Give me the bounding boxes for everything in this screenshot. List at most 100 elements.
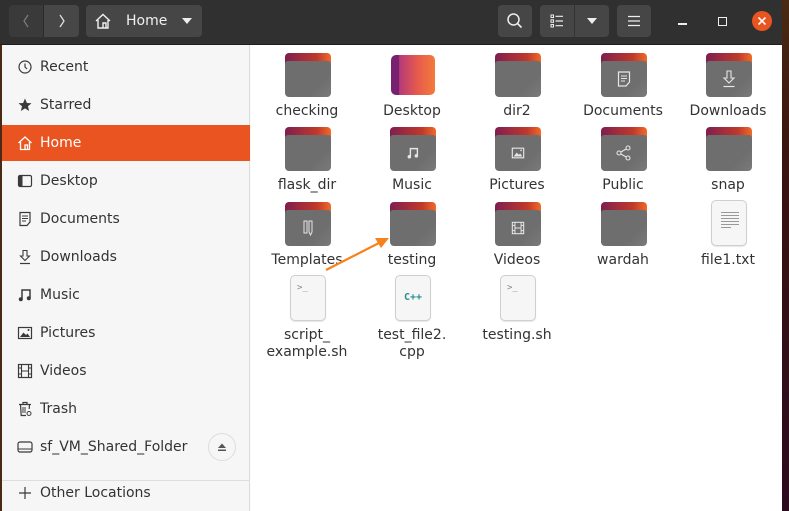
- template-icon: [303, 220, 313, 236]
- file-item-file1-txt[interactable]: file1.txt: [672, 200, 782, 269]
- script-file-icon: >_: [283, 275, 331, 323]
- drive-icon: [16, 438, 34, 456]
- folder-icon: [283, 125, 331, 173]
- file-item-dir2[interactable]: dir2: [461, 51, 573, 120]
- sidebar-item-starred[interactable]: Starred: [2, 87, 250, 123]
- sidebar-item-other-locations[interactable]: Other Locations: [2, 475, 250, 511]
- file-label: script_ example.sh: [267, 327, 348, 361]
- home-icon: [16, 134, 34, 152]
- templates-folder-icon: [283, 200, 331, 248]
- sidebar-item-label: Music: [40, 287, 80, 303]
- sidebar-item-desktop[interactable]: Desktop: [2, 163, 250, 199]
- path-dropdown-caret-icon: [182, 18, 192, 24]
- file-item-testing-sh[interactable]: >_ testing.sh: [461, 275, 573, 344]
- sidebar: Recent Starred Home Desktop Documents Do…: [0, 45, 250, 511]
- file-item-templates[interactable]: Templates: [251, 200, 363, 269]
- folder-icon: [493, 51, 541, 99]
- file-item-desktop[interactable]: Desktop: [356, 51, 468, 120]
- chevron-down-icon: [587, 18, 597, 24]
- minimize-button[interactable]: [672, 11, 692, 31]
- sidebar-item-home[interactable]: Home: [2, 125, 250, 161]
- sidebar-item-documents[interactable]: Documents: [2, 201, 250, 237]
- music-icon: [16, 286, 34, 304]
- sidebar-item-pictures[interactable]: Pictures: [2, 315, 250, 351]
- file-label-line: cpp: [399, 344, 425, 360]
- file-item-snap[interactable]: snap: [672, 125, 782, 194]
- star-icon: [16, 96, 34, 114]
- file-item-music[interactable]: Music: [356, 125, 468, 194]
- maximize-button[interactable]: [712, 11, 732, 31]
- file-item-test-file2-cpp[interactable]: C++ test_file2. cpp: [356, 275, 468, 361]
- file-item-pictures[interactable]: Pictures: [461, 125, 573, 194]
- sidebar-item-label: Desktop: [40, 173, 98, 189]
- view-dropdown-button[interactable]: [575, 5, 609, 37]
- forward-button[interactable]: [44, 5, 79, 37]
- clock-icon: [16, 58, 34, 76]
- sidebar-item-label: Home: [40, 135, 82, 151]
- file-manager-window: Home Recent Starred Home Desktop Documen…: [0, 0, 782, 511]
- chevron-left-icon: [23, 14, 29, 28]
- sidebar-item-downloads[interactable]: Downloads: [2, 239, 250, 275]
- public-folder-icon: [599, 125, 647, 173]
- music-icon: [407, 147, 419, 159]
- file-label: file1.txt: [701, 252, 755, 268]
- file-item-wardah[interactable]: wardah: [567, 200, 679, 269]
- file-label-line: script_: [283, 327, 330, 343]
- sidebar-item-trash[interactable]: Trash: [2, 391, 250, 427]
- file-label: testing: [387, 252, 437, 268]
- film-icon: [511, 221, 525, 235]
- sidebar-item-label: Videos: [40, 363, 87, 379]
- document-icon: [16, 210, 34, 228]
- eject-button[interactable]: [208, 433, 236, 461]
- film-icon: [16, 362, 34, 380]
- sidebar-item-label: Other Locations: [40, 485, 151, 501]
- folder-icon: [388, 200, 436, 248]
- back-button[interactable]: [9, 5, 44, 37]
- sidebar-item-shared-folder[interactable]: sf_VM_Shared_Folder: [2, 429, 250, 465]
- picture-icon: [16, 324, 34, 342]
- file-item-videos[interactable]: Videos: [461, 200, 573, 269]
- file-label: Documents: [583, 103, 663, 119]
- file-item-flask-dir[interactable]: flask_dir: [251, 125, 363, 194]
- music-folder-icon: [388, 125, 436, 173]
- file-label: Pictures: [489, 177, 545, 193]
- desktop-folder-icon: [388, 51, 436, 99]
- eject-icon: [218, 443, 226, 451]
- file-item-public[interactable]: Public: [567, 125, 679, 194]
- sidebar-item-label: Recent: [40, 59, 89, 75]
- pictures-folder-icon: [493, 125, 541, 173]
- close-button[interactable]: [752, 11, 772, 31]
- file-label: Downloads: [689, 103, 767, 119]
- desktop-background-edge: [782, 0, 789, 511]
- sidebar-item-videos[interactable]: Videos: [2, 353, 250, 389]
- file-item-downloads[interactable]: Downloads: [672, 51, 782, 120]
- videos-folder-icon: [493, 200, 541, 248]
- sidebar-item-label: Trash: [40, 401, 77, 417]
- desktop-icon: [16, 172, 34, 190]
- trash-icon: [16, 400, 34, 418]
- view-options: [540, 5, 609, 37]
- list-view-button[interactable]: [540, 5, 575, 37]
- file-label: Music: [392, 177, 432, 193]
- close-icon: [757, 16, 767, 26]
- file-item-checking[interactable]: checking: [251, 51, 363, 120]
- cpp-file-icon: C++: [388, 275, 436, 323]
- sidebar-item-label: Downloads: [40, 249, 117, 265]
- sidebar-item-label: Starred: [40, 97, 92, 113]
- script-file-icon: >_: [493, 275, 541, 323]
- sidebar-item-music[interactable]: Music: [2, 277, 250, 313]
- sidebar-item-recent[interactable]: Recent: [2, 49, 250, 85]
- file-item-documents[interactable]: Documents: [567, 51, 679, 120]
- file-item-script-example-sh[interactable]: >_ script_ example.sh: [251, 275, 363, 361]
- file-item-testing[interactable]: testing: [356, 200, 468, 269]
- path-bar-home-button[interactable]: Home: [86, 5, 202, 37]
- navigation-buttons: [9, 5, 79, 37]
- menu-button[interactable]: [617, 5, 651, 37]
- text-file-icon: [704, 200, 752, 248]
- download-icon: [16, 248, 34, 266]
- downloads-folder-icon: [704, 51, 752, 99]
- path-label: Home: [126, 13, 168, 29]
- home-icon: [95, 13, 111, 29]
- file-label: testing.sh: [482, 327, 552, 343]
- search-button[interactable]: [498, 5, 532, 37]
